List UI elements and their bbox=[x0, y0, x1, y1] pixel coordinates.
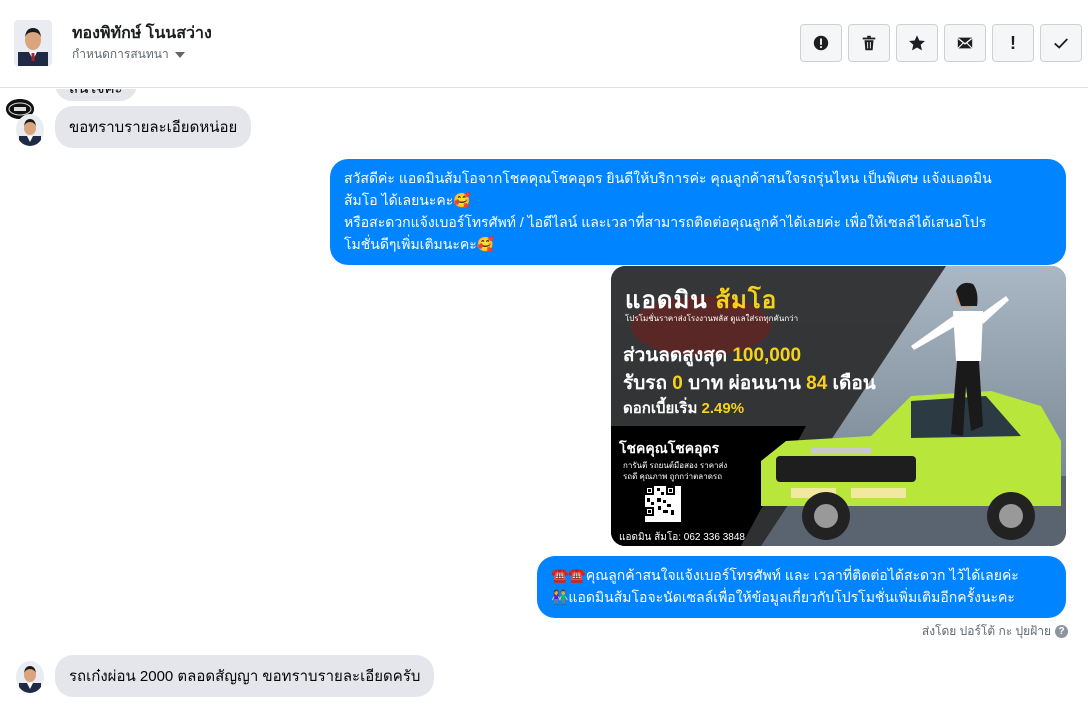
conversation-header: ทองพิทักษ์ โนนสว่าง กำหนดการสนทนา ! bbox=[0, 0, 1088, 88]
qr-code-icon bbox=[645, 486, 681, 522]
dealer-info: การันตี รถยนต์มือสอง ราคาส่ง รถดี คุณภาพ… bbox=[623, 460, 727, 482]
promo-image-attachment[interactable]: แอดมิน ส้มโอ โปรโมชั่นราคาส่งโรงงานพลัส … bbox=[611, 266, 1066, 546]
assign-conversation-dropdown[interactable]: กำหนดการสนทนา bbox=[72, 45, 185, 64]
contact-avatar[interactable] bbox=[14, 20, 52, 66]
pickup-months: 84 bbox=[806, 373, 828, 394]
pickup-text-a: รับรถ bbox=[623, 373, 667, 394]
promo-discount: ส่วนลดสูงสุด 100,000 bbox=[623, 340, 801, 370]
message-line: ☎️☎️คุณลูกค้าสนใจแจ้งเบอร์โทรศัพท์ และ เ… bbox=[551, 567, 1019, 583]
message-line: หรือสะดวกแจ้งเบอร์โทรศัพท์ / ไอดีไลน์ แล… bbox=[344, 214, 987, 230]
sent-by-label: ส่งโดย ปอร์โต้ กะ ปุยฝ้าย ? bbox=[922, 622, 1068, 641]
dealer-info-line: รถดี คุณภาพ ถูกกว่าตลาดรถ bbox=[623, 472, 723, 481]
check-icon bbox=[1054, 38, 1068, 49]
pickup-text-c: เดือน bbox=[832, 373, 876, 394]
incoming-message[interactable]: สนใจคะ bbox=[55, 89, 137, 101]
contact-avatar-small bbox=[16, 661, 44, 693]
pickup-zero: 0 bbox=[672, 373, 683, 394]
dealer-info-line: การันตี รถยนต์มือสอง ราคาส่ง bbox=[623, 461, 728, 470]
envelope-icon bbox=[957, 37, 973, 49]
outgoing-message[interactable]: สวัสดีค่ะ แอดมินส้มโอจากโชคคุณโชคอุดร ยิ… bbox=[330, 159, 1066, 265]
pickup-text-b: บาท ผ่อนนาน bbox=[688, 373, 801, 394]
message-thread[interactable]: สนใจคะ ขอทราบรายละเอียดหน่อย สวัสดีค่ะ แ… bbox=[0, 89, 1088, 707]
trash-icon bbox=[862, 35, 876, 51]
contact-avatar-small bbox=[16, 114, 44, 146]
mark-unread-button[interactable] bbox=[944, 24, 986, 62]
message-line: ส้มโอ ได้เลยนะคะ🥰 bbox=[344, 192, 471, 208]
incoming-message[interactable]: รถเก๋งผ่อน 2000 ตลอดสัญญา ขอทราบรายละเอี… bbox=[55, 655, 435, 697]
message-line: 👫แอดมินส้มโอจะนัดเซลล์เพื่อให้ข้อมูลเกี่… bbox=[551, 589, 1015, 605]
promo-title-a: แอดมิน bbox=[625, 287, 708, 314]
message-line: โมชั่นดีๆเพิ่มเติมนะคะ🥰 bbox=[344, 236, 495, 252]
incoming-message[interactable]: ขอทราบรายละเอียดหน่อย bbox=[55, 106, 252, 148]
promo-phone: แอดมิน ส้มโอ: 062 336 3848 bbox=[619, 532, 745, 543]
assign-label: กำหนดการสนทนา bbox=[72, 47, 169, 61]
sent-by-text: ส่งโดย ปอร์โต้ กะ ปุยฝ้าย bbox=[921, 624, 1051, 638]
exclamation-icon: ! bbox=[1010, 32, 1016, 53]
outgoing-message[interactable]: ☎️☎️คุณลูกค้าสนใจแจ้งเบอร์โทรศัพท์ และ เ… bbox=[537, 556, 1066, 618]
contact-name[interactable]: ทองพิทักษ์ โนนสว่าง bbox=[72, 21, 212, 46]
help-icon[interactable]: ? bbox=[1055, 625, 1068, 638]
alert-circle-icon bbox=[813, 35, 829, 51]
promo-title-b: ส้มโอ bbox=[715, 287, 778, 314]
promo-interest: ดอกเบี้ยเริ่ม 2.49% bbox=[623, 396, 744, 420]
dealer-name: โชคคุณโชคอุดร bbox=[619, 440, 720, 456]
done-button[interactable] bbox=[1040, 24, 1082, 62]
discount-label: ส่วนลดสูงสุด bbox=[623, 345, 728, 366]
delete-button[interactable] bbox=[848, 24, 890, 62]
promo-pickup: รับรถ 0 บาท ผ่อนนาน 84 เดือน bbox=[623, 368, 876, 398]
star-button[interactable] bbox=[896, 24, 938, 62]
action-toolbar: ! bbox=[800, 24, 1082, 62]
message-line: สวัสดีค่ะ แอดมินส้มโอจากโชคคุณโชคอุดร ยิ… bbox=[344, 170, 992, 186]
discount-value: 100,000 bbox=[732, 345, 802, 366]
spam-button[interactable] bbox=[800, 24, 842, 62]
interest-label: ดอกเบี้ยเริ่ม bbox=[623, 400, 698, 417]
star-icon bbox=[909, 35, 925, 51]
important-button[interactable]: ! bbox=[992, 24, 1034, 62]
promo-tagline: โปรโมชั่นราคาส่งโรงงานพลัส ดูแลใส่รถทุกค… bbox=[625, 314, 799, 323]
interest-value: 2.49% bbox=[701, 400, 745, 417]
caret-down-icon bbox=[174, 51, 185, 58]
